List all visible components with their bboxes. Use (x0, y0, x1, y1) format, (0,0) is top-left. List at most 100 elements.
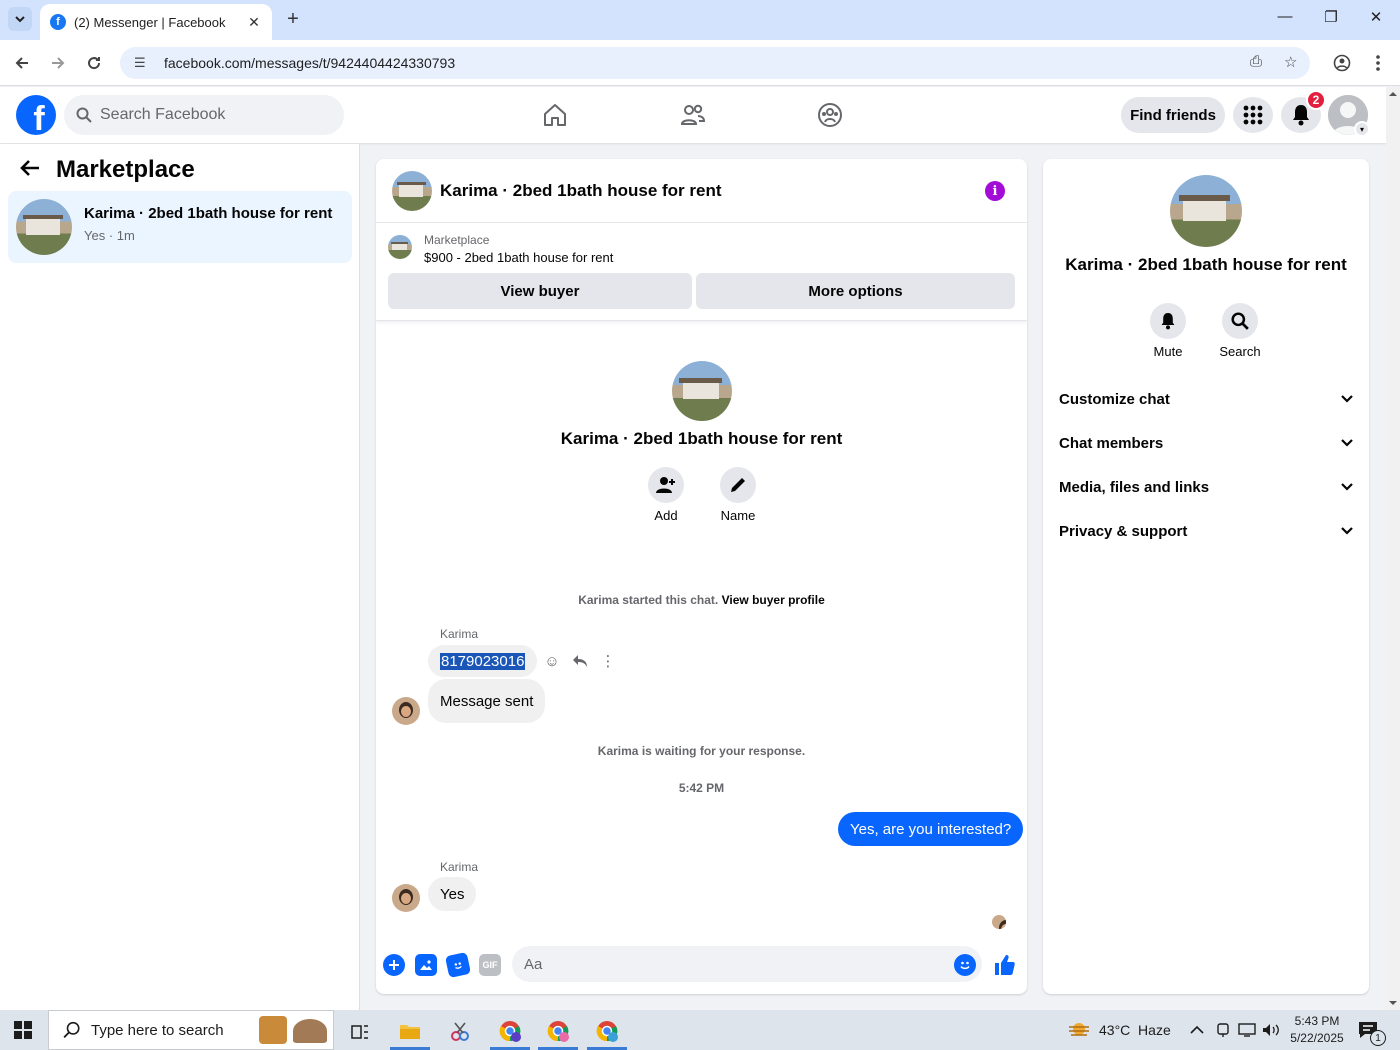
menu-grid-button[interactable] (1233, 97, 1273, 133)
message-bubble[interactable]: 8179023016 (428, 645, 538, 677)
info-avatar[interactable] (1170, 175, 1242, 247)
more-actions-icon[interactable]: ⋮ (598, 651, 618, 671)
show-hidden-icons[interactable] (1190, 1010, 1204, 1050)
chat-members-section[interactable]: Chat members (1059, 425, 1353, 461)
facebook-logo-icon[interactable]: f (16, 95, 56, 135)
snipping-tool-icon[interactable] (440, 1014, 480, 1050)
install-app-icon[interactable]: ⎙ (1250, 53, 1262, 70)
browser-tab[interactable]: f (2) Messenger | Facebook ✕ (40, 4, 272, 40)
gif-icon[interactable]: GIF (479, 954, 501, 976)
action-center-icon[interactable]: 1 (1358, 1010, 1386, 1050)
profile-button[interactable] (1331, 52, 1353, 74)
scroll-down-icon[interactable] (1386, 998, 1400, 1008)
message-bubble[interactable]: Yes (428, 877, 477, 911)
bookmark-star-icon[interactable]: ☆ (1284, 53, 1297, 71)
intro-avatar (672, 361, 732, 421)
read-receipt-avatar (992, 915, 1006, 929)
close-window-button[interactable]: ✕ (1364, 8, 1388, 26)
message-input[interactable]: Aa (512, 946, 982, 982)
groups-nav-button[interactable] (815, 101, 845, 129)
timestamp: 5:42 PM (678, 781, 725, 795)
reload-icon (88, 57, 101, 70)
scroll-up-icon[interactable] (1386, 89, 1400, 99)
my-message-bubble[interactable]: Yes, are you interested? (838, 812, 1024, 846)
plus-icon[interactable] (383, 954, 405, 976)
windows-taskbar: Type here to search 43°C Haze 5:43 PM 5/… (0, 1010, 1400, 1050)
back-arrow-icon[interactable] (20, 156, 40, 184)
browser-tab-strip: f (2) Messenger | Facebook ✕ + — ❐ ✕ (0, 0, 1400, 40)
new-tab-button[interactable]: + (282, 8, 304, 30)
chat-title[interactable]: Karima · 2bed 1bath house for rent (440, 181, 722, 201)
message-text: Message sent (440, 692, 534, 710)
weather-widget[interactable]: 43°C Haze (1068, 1010, 1171, 1050)
react-emoji-icon[interactable]: ☺ (542, 651, 562, 671)
friends-nav-button[interactable] (678, 101, 708, 129)
browser-menu-button[interactable] (1367, 52, 1389, 74)
site-settings-icon[interactable]: ☰ (134, 55, 150, 71)
emoji-icon[interactable] (954, 954, 976, 976)
url-field[interactable]: ☰ facebook.com/messages/t/94244044243307… (120, 47, 1310, 79)
home-nav-button[interactable] (540, 101, 570, 129)
tab-title: (2) Messenger | Facebook (74, 14, 226, 30)
search-highlight-books-icon (259, 1016, 287, 1044)
view-buyer-profile-link[interactable]: View buyer profile (722, 593, 825, 607)
network-icon[interactable] (1238, 1010, 1256, 1050)
more-options-button[interactable]: More options (696, 273, 1015, 309)
chrome-profile-3-icon[interactable] (587, 1014, 627, 1050)
close-tab-icon[interactable]: ✕ (244, 14, 264, 31)
name-chat-button[interactable] (720, 467, 756, 503)
conversation-item[interactable]: Karima · 2bed 1bath house for rent Yes ·… (8, 191, 352, 263)
search-placeholder: Search Facebook (100, 106, 226, 123)
info-icon[interactable]: i (985, 181, 1005, 201)
facebook-header: f Search Facebook Find friends 2 ▾ (0, 87, 1386, 143)
kebab-menu-icon (1376, 55, 1380, 71)
chrome-profile-2-icon[interactable] (538, 1014, 578, 1050)
search-icon (76, 107, 92, 123)
message-composer: GIF Aa (376, 942, 1027, 994)
minimize-button[interactable]: — (1273, 8, 1297, 25)
facebook-search-input[interactable]: Search Facebook (64, 95, 344, 135)
section-label: Privacy & support (1059, 522, 1188, 540)
chat-avatar[interactable] (392, 171, 432, 211)
forward-button[interactable] (47, 52, 69, 74)
tab-search-dropdown[interactable] (8, 7, 32, 31)
message-text: Yes, are you interested? (850, 820, 1012, 838)
reply-icon[interactable] (570, 651, 590, 671)
message-bubble[interactable]: Message sent (428, 679, 546, 723)
file-explorer-icon[interactable] (390, 1014, 430, 1050)
chrome-profile-1-icon[interactable] (490, 1014, 530, 1050)
search-highlight-hat-icon (293, 1019, 327, 1043)
privacy-support-section[interactable]: Privacy & support (1059, 513, 1353, 549)
photo-icon[interactable] (415, 954, 437, 976)
media-files-links-section[interactable]: Media, files and links (1059, 469, 1353, 505)
meet-now-icon[interactable] (1216, 1010, 1230, 1050)
clock-date: 5/22/2025 (1290, 1031, 1344, 1045)
clock-time: 5:43 PM (1294, 1014, 1340, 1028)
volume-icon[interactable] (1262, 1010, 1280, 1050)
add-people-button[interactable] (648, 467, 684, 503)
windows-start-icon[interactable] (14, 1021, 32, 1039)
sticker-icon[interactable] (444, 951, 472, 979)
customize-chat-section[interactable]: Customize chat (1059, 381, 1353, 417)
system-clock[interactable]: 5:43 PM 5/22/2025 (1280, 1013, 1354, 1047)
taskbar-search-input[interactable]: Type here to search (48, 1010, 334, 1050)
listing-title[interactable]: $900 - 2bed 1bath house for rent (424, 250, 613, 265)
page-scrollbar[interactable] (1386, 87, 1400, 1010)
reload-button[interactable] (83, 52, 105, 74)
account-circle-icon (1333, 54, 1351, 72)
sender-avatar[interactable] (392, 697, 420, 725)
restore-button[interactable]: ❐ (1319, 8, 1343, 26)
sender-avatar[interactable] (392, 884, 420, 912)
thumbs-up-icon[interactable] (993, 954, 1015, 976)
account-chevron-icon[interactable]: ▾ (1354, 121, 1370, 137)
search-in-chat-button[interactable] (1222, 303, 1258, 339)
mute-button[interactable] (1150, 303, 1186, 339)
find-friends-button[interactable]: Find friends (1121, 97, 1225, 133)
task-view-icon[interactable] (340, 1014, 380, 1050)
action-center-count: 1 (1370, 1030, 1386, 1046)
back-button[interactable] (11, 52, 33, 74)
search-icon (1231, 312, 1249, 330)
intro-name: Karima · 2bed 1bath house for rent (560, 429, 843, 448)
listing-thumbnail (388, 235, 412, 259)
view-buyer-button[interactable]: View buyer (388, 273, 692, 309)
